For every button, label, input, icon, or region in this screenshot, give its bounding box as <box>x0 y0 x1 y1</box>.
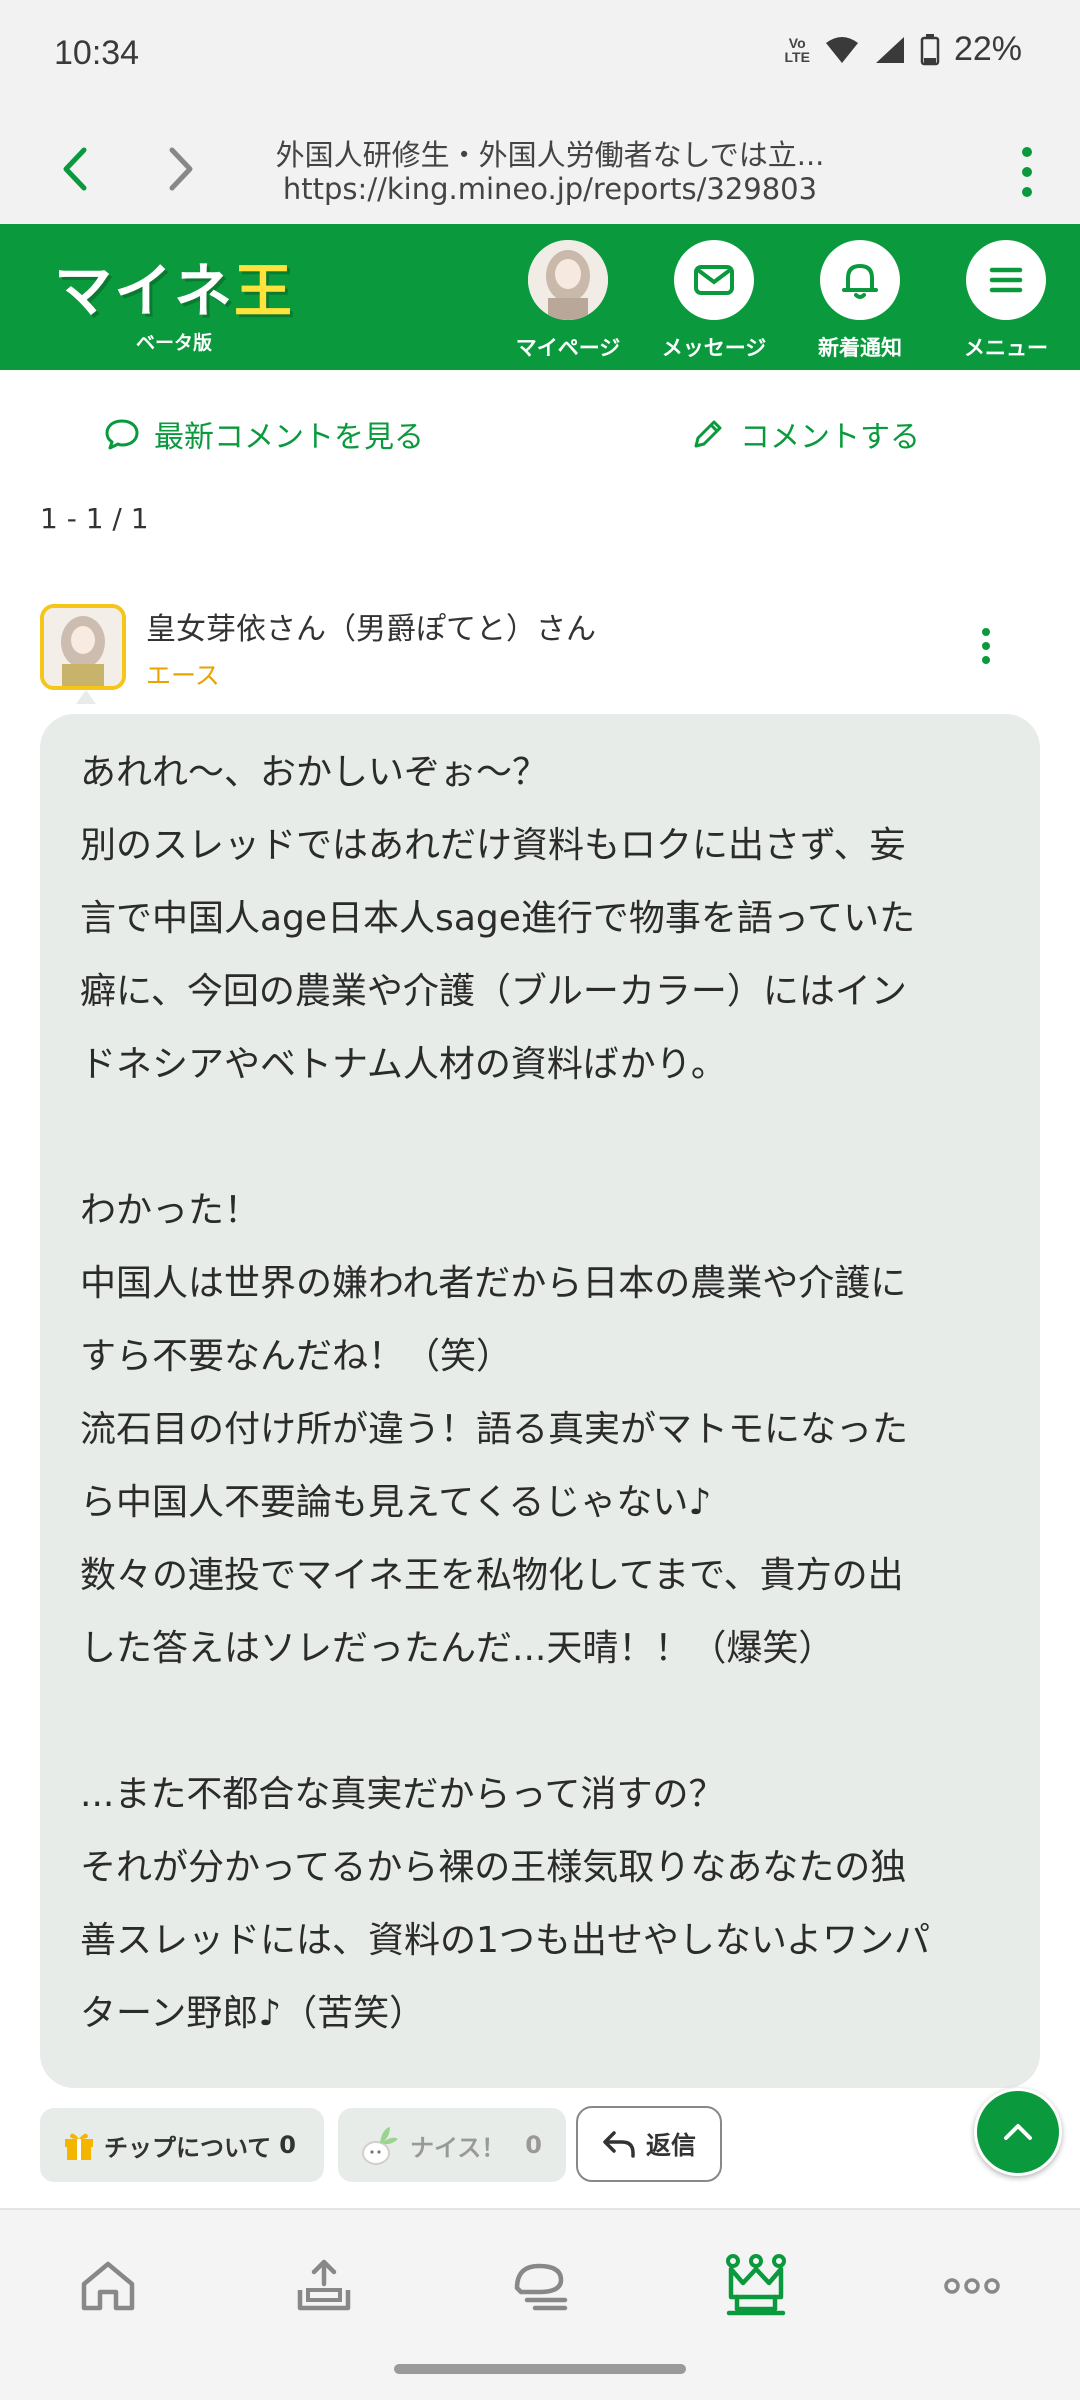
pencil-icon <box>694 420 722 448</box>
url-address[interactable]: https://king.mineo.jp/reports/329803 <box>250 172 850 206</box>
avatar <box>528 240 608 320</box>
site-header: マイネ王 ベータ版 マイページ メッセージ 新着通知 メニュー <box>0 224 1080 370</box>
nav-notifications-label: 新着通知 <box>818 336 902 360</box>
chat-icon <box>514 2263 568 2311</box>
latest-comments-link[interactable]: 最新コメントを見る <box>104 412 424 456</box>
status-bar: 10:34 Vo LTE 22% <box>0 0 1080 112</box>
reply-button[interactable]: 返信 <box>576 2106 722 2182</box>
commenter-avatar[interactable] <box>40 604 126 690</box>
logo-main: マイネ <box>54 257 235 325</box>
comment-line: わかった！ <box>80 1190 261 1231</box>
hamburger-icon <box>966 240 1046 320</box>
comment-line: ら中国人不要論も見えてくるじゃない♪ <box>80 1482 712 1523</box>
comment-line: 言で中国人age日本人sage進行で物事を語っていた <box>80 898 916 939</box>
upload-icon <box>297 2259 351 2311</box>
status-time: 10:34 <box>54 34 140 72</box>
site-logo[interactable]: マイネ王 ベータ版 <box>54 244 294 355</box>
nav-message-label: メッセージ <box>661 336 767 360</box>
comment-line: 善スレッドには、資料の1つも出せやしないよワンパ <box>80 1920 931 1961</box>
comment-line: 数々の連投でマイネ王を私物化してまで、貴方の出 <box>80 1555 904 1596</box>
nav-notifications[interactable]: 新着通知 <box>790 240 930 362</box>
battery-icon <box>920 33 940 65</box>
bottom-nav-chat[interactable] <box>500 2246 580 2326</box>
chip-button[interactable]: チップについて 0 <box>40 2108 324 2182</box>
comment-line: ターン野郎♪（苦笑） <box>80 1993 426 2034</box>
chip-label: チップについて <box>104 2133 272 2162</box>
bottom-nav-home[interactable] <box>68 2246 148 2326</box>
bell-icon <box>820 240 900 320</box>
commenter-name[interactable]: 皇女芽依さん（男爵ぽてと）さん <box>146 604 596 648</box>
nav-menu[interactable]: メニュー <box>936 240 1076 362</box>
chevron-up-icon <box>1004 2124 1032 2140</box>
comment-line <box>80 1685 1000 1758</box>
more-vertical-icon[interactable] <box>1002 144 1052 200</box>
nav-menu-label: メニュー <box>964 336 1048 360</box>
comment-more-icon[interactable] <box>976 626 996 666</box>
back-icon[interactable] <box>50 142 104 196</box>
gift-icon <box>65 2133 93 2160</box>
avatar-pointer <box>76 690 96 704</box>
volte-icon: Vo LTE <box>785 36 810 64</box>
nav-mypage-label: マイページ <box>515 336 621 360</box>
nice-mascot-icon <box>362 2127 398 2165</box>
comment-line: した答えはソレだったんだ...天晴！！（爆笑） <box>80 1628 835 1669</box>
nice-button[interactable]: ナイス！ 0 <box>338 2108 566 2182</box>
commenter-avatar-image <box>44 608 122 686</box>
comment-line: 癖に、今回の農業や介護（ブルーカラー）にはイン <box>80 971 907 1012</box>
battery-percent: 22% <box>953 30 1022 68</box>
nice-label: ナイス！ <box>410 2133 506 2162</box>
comment-line: それが分かってるから裸の王様気取りなあなたの独 <box>80 1847 907 1888</box>
status-icons: Vo LTE 22% <box>785 30 1022 69</box>
comment-line: あれれ〜、おかしいぞぉ〜？ <box>80 752 549 793</box>
logo-accent: 王 <box>234 257 295 325</box>
nav-message[interactable]: メッセージ <box>644 240 784 362</box>
wifi-icon <box>825 36 858 63</box>
bottom-nav-post[interactable] <box>284 2246 364 2326</box>
forward-icon[interactable] <box>152 142 206 196</box>
page-title[interactable]: 外国人研修生・外国人労働者なしでは立... <box>250 132 850 174</box>
mail-icon <box>674 240 754 320</box>
latest-comments-label: 最新コメントを見る <box>154 420 424 455</box>
speech-bubble-icon <box>105 419 139 450</box>
logo-text: マイネ王 <box>54 244 294 328</box>
logo-beta: ベータ版 <box>136 332 213 354</box>
browser-bar: 外国人研修生・外国人労働者なしでは立... https://king.mineo… <box>0 112 1080 224</box>
reply-label: 返信 <box>645 2131 696 2160</box>
nav-mypage[interactable]: マイページ <box>498 240 638 362</box>
comment-line: すら不要なんだね！（笑） <box>80 1336 513 1377</box>
comment-line: ドネシアやベトナム人材の資料ばかり。 <box>80 1044 727 1085</box>
signal-icon <box>875 36 904 63</box>
bottom-nav-king[interactable] <box>716 2246 796 2326</box>
home-icon <box>81 2261 135 2311</box>
write-comment-label: コメントする <box>740 420 920 455</box>
write-comment-link[interactable]: コメントする <box>690 412 920 456</box>
comment-line <box>80 1101 1000 1174</box>
bottom-nav-more[interactable] <box>932 2246 1012 2326</box>
comment-line: 流石目の付け所が違う！語る真実がマトモになった <box>80 1409 909 1450</box>
nice-count: 0 <box>525 2131 542 2159</box>
comment-line: 別のスレッドではあれだけ資料もロクに出さず、妄 <box>80 825 906 866</box>
crown-icon <box>726 2254 786 2316</box>
reply-icon <box>603 2131 635 2158</box>
avatar-image <box>528 240 608 320</box>
pagination-count: 1 - 1 / 1 <box>40 502 149 535</box>
scroll-to-top-button[interactable] <box>974 2088 1062 2176</box>
home-indicator[interactable] <box>394 2364 686 2374</box>
chip-count: 0 <box>279 2131 296 2159</box>
volte-top: Vo <box>788 34 806 51</box>
comment-line: ...また不都合な真実だからって消すの？ <box>80 1774 725 1815</box>
more-icon <box>944 2278 1000 2294</box>
volte-bottom: LTE <box>784 48 810 65</box>
comment-line: 中国人は世界の嫌われ者だから日本の農業や介護に <box>80 1263 907 1304</box>
comment-body: あれれ〜、おかしいぞぉ〜？ 別のスレッドではあれだけ資料もロクに出さず、妄 言で… <box>40 714 1040 2088</box>
commenter-rank: エース <box>146 661 220 690</box>
